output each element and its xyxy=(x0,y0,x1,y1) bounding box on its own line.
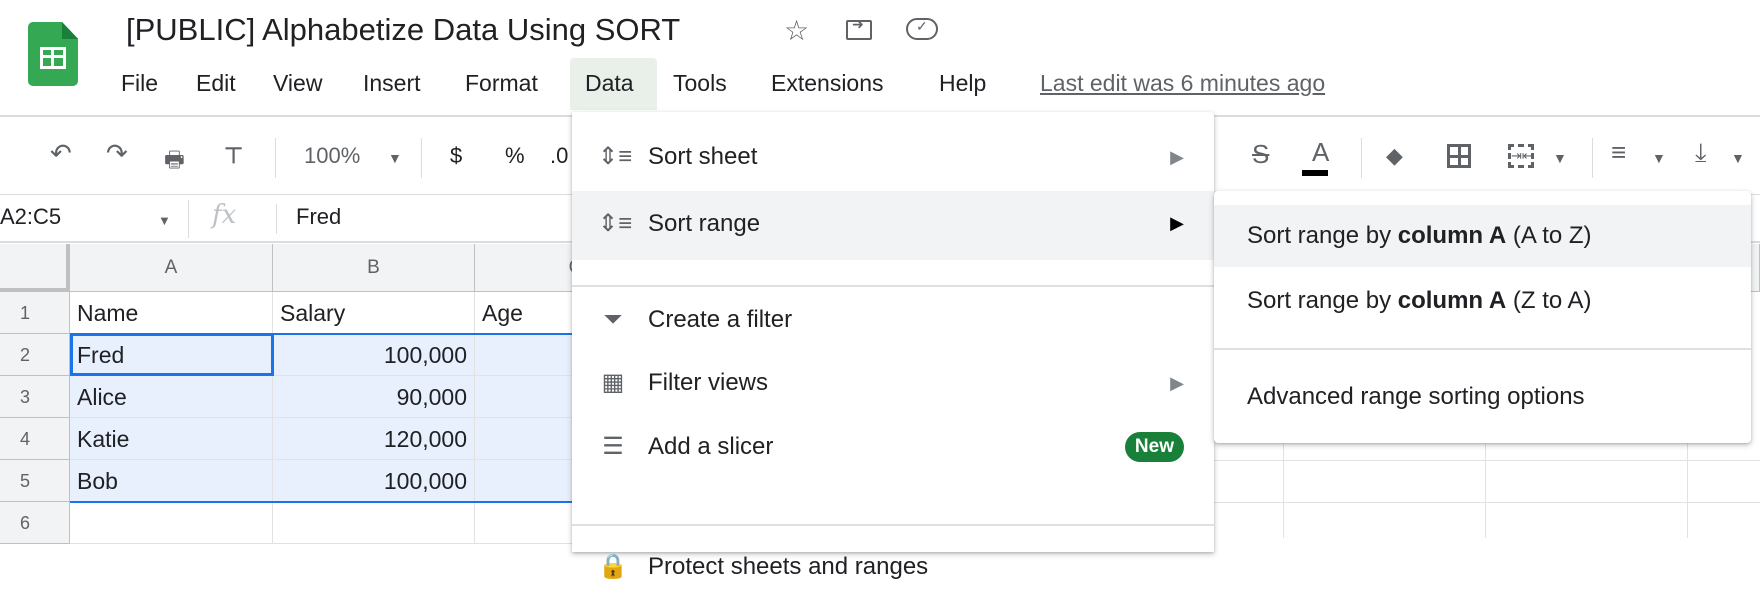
menu-item-label: Sort sheet xyxy=(648,143,758,170)
slicer-icon: ☰ xyxy=(602,433,624,460)
name-box-dropdown-icon[interactable]: ▼ xyxy=(158,213,171,228)
new-badge: New xyxy=(1124,432,1184,462)
column-header-a[interactable]: A xyxy=(70,244,273,292)
sheets-logo-grid xyxy=(40,47,66,69)
toolbar-separator xyxy=(421,138,422,178)
decrease-decimal-button[interactable]: .0 xyxy=(550,143,568,169)
submenu-item-label: Sort range by column A (Z to A) xyxy=(1247,287,1592,314)
toolbar-separator xyxy=(1361,138,1362,178)
data-menu: ⇕≡ Sort sheet ▶ ⇕≡ Sort range ▶ ⏷ Create… xyxy=(572,112,1214,580)
filter-views-icon: ▦ xyxy=(601,369,625,396)
menu-item-create-filter[interactable]: ⏷ Create a filter xyxy=(572,288,1214,352)
name-box[interactable]: A2:C5 xyxy=(0,204,61,230)
row-header-1[interactable]: 1 xyxy=(0,292,70,334)
formula-separator xyxy=(276,204,277,234)
last-edit-link[interactable]: Last edit was 6 minutes ago xyxy=(1040,70,1325,97)
submenu-item-label: Sort range by column A (A to Z) xyxy=(1247,222,1592,249)
paint-format-icon[interactable]: ⊤ xyxy=(224,143,243,169)
submenu-arrow-icon: ▶ xyxy=(1170,147,1184,167)
formula-separator xyxy=(188,200,189,238)
menu-item-filter-views[interactable]: ▦ Filter views ▶ xyxy=(572,351,1214,415)
menu-item-label: Filter views xyxy=(648,369,769,396)
menu-item-label: Sort range xyxy=(648,210,761,237)
zoom-dropdown-icon[interactable]: ▼ xyxy=(388,150,402,166)
menu-format[interactable]: Format xyxy=(465,70,538,97)
menu-item-label: Protect sheets and ranges xyxy=(648,553,929,580)
text-color-swatch xyxy=(1302,170,1328,176)
grid-line xyxy=(1214,502,1760,503)
sort-range-submenu: Sort range by column A (A to Z) Sort ran… xyxy=(1214,191,1751,443)
menu-item-label: Create a filter xyxy=(648,306,793,333)
toolbar-separator xyxy=(1592,138,1593,178)
currency-button[interactable]: $ xyxy=(450,143,462,169)
submenu-item-advanced-sorting[interactable]: Advanced range sorting options xyxy=(1214,365,1751,429)
lock-icon: 🔒 xyxy=(598,553,628,580)
redo-icon[interactable]: ↷ xyxy=(106,138,128,169)
undo-icon[interactable]: ↶ xyxy=(50,138,72,169)
toolbar-separator xyxy=(275,138,276,178)
vertical-align-icon[interactable]: ⤓ xyxy=(1695,137,1707,169)
menu-extensions[interactable]: Extensions xyxy=(771,70,884,97)
text-color-icon[interactable]: A xyxy=(1312,137,1329,168)
column-header-b[interactable]: B xyxy=(273,244,475,292)
fill-color-icon[interactable]: ◆ xyxy=(1386,143,1403,169)
cloud-saved-icon[interactable]: ✓ xyxy=(906,18,938,40)
grid-line xyxy=(1214,460,1760,461)
active-cell-outline xyxy=(70,333,274,376)
sort-icon: ⇕≡ xyxy=(598,210,633,237)
star-icon[interactable]: ☆ xyxy=(784,14,809,47)
menu-item-protect-sheets[interactable]: 🔒 Protect sheets and ranges xyxy=(572,527,1214,591)
filter-icon: ⏷ xyxy=(603,306,623,333)
submenu-item-label: Advanced range sorting options xyxy=(1247,383,1585,410)
submenu-arrow-icon: ▶ xyxy=(1170,213,1184,233)
strikethrough-icon[interactable]: S xyxy=(1252,139,1269,170)
row-header-2[interactable]: 2 xyxy=(0,334,70,376)
grid-line xyxy=(1485,443,1486,538)
sort-icon: ⇕≡ xyxy=(598,143,633,170)
row-header-4[interactable]: 4 xyxy=(0,418,70,460)
valign-dropdown-icon[interactable]: ▼ xyxy=(1731,150,1745,166)
menu-insert[interactable]: Insert xyxy=(363,70,421,97)
submenu-item-sort-a-to-z[interactable]: Sort range by column A (A to Z) xyxy=(1214,205,1751,267)
print-icon[interactable]: 🖶 xyxy=(164,143,185,181)
cell-a1[interactable]: Name xyxy=(70,292,273,334)
formula-input[interactable]: Fred xyxy=(296,204,341,230)
menu-data[interactable]: Data xyxy=(585,70,634,97)
horizontal-align-icon[interactable]: ≡ xyxy=(1611,137,1626,168)
menu-separator xyxy=(572,524,1214,526)
submenu-arrow-icon: ▶ xyxy=(1170,373,1184,393)
percent-button[interactable]: % xyxy=(505,143,525,169)
menu-tools[interactable]: Tools xyxy=(673,70,727,97)
move-to-folder-icon[interactable]: ➜ xyxy=(846,16,872,40)
menu-help[interactable]: Help xyxy=(939,70,986,97)
menu-item-sort-range[interactable]: ⇕≡ Sort range ▶ xyxy=(572,191,1214,260)
align-dropdown-icon[interactable]: ▼ xyxy=(1652,150,1666,166)
submenu-item-sort-z-to-a[interactable]: Sort range by column A (Z to A) xyxy=(1214,269,1751,333)
select-all-corner[interactable] xyxy=(0,244,70,292)
menu-edit[interactable]: Edit xyxy=(196,70,236,97)
row-header-5[interactable]: 5 xyxy=(0,460,70,502)
merge-dropdown-icon[interactable]: ▼ xyxy=(1553,150,1567,166)
menu-view[interactable]: View xyxy=(273,70,322,97)
menu-item-label: Add a slicer xyxy=(648,433,774,460)
menu-item-sort-sheet[interactable]: ⇕≡ Sort sheet ▶ xyxy=(572,125,1214,189)
grid-line xyxy=(1687,443,1688,538)
menu-file[interactable]: File xyxy=(121,70,158,97)
row-header-3[interactable]: 3 xyxy=(0,376,70,418)
menu-separator xyxy=(572,285,1214,287)
borders-icon[interactable] xyxy=(1447,144,1471,168)
zoom-select[interactable]: 100% xyxy=(304,143,360,169)
fx-icon: fx xyxy=(212,200,237,230)
cell-b1[interactable]: Salary xyxy=(273,292,475,334)
grid-line xyxy=(1283,443,1284,538)
menu-item-add-slicer[interactable]: ☰ Add a slicer New xyxy=(572,415,1214,479)
merge-cells-icon[interactable]: ⇥⇤ xyxy=(1508,144,1534,168)
document-title[interactable]: [PUBLIC] Alphabetize Data Using SORT xyxy=(126,12,680,48)
menu-separator xyxy=(1214,348,1751,350)
